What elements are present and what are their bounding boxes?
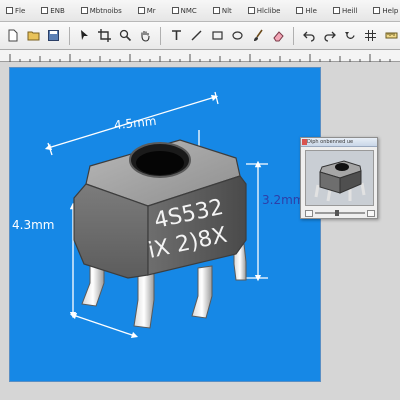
menu-filter[interactable]: Hle (292, 3, 321, 19)
menu-file-label: Fle (15, 6, 26, 15)
eraser-tool-button[interactable] (270, 27, 288, 45)
toolbar-separator (68, 26, 70, 45)
menu-bar: Fle ENB Mbtnoibs Mr NMC Nlt Hlclibe Hle … (0, 0, 400, 22)
zoom-slider[interactable] (315, 210, 365, 216)
window-icon (332, 7, 340, 14)
grid-button[interactable] (362, 27, 380, 45)
zoom-in-button[interactable] (367, 209, 375, 217)
redo-icon (324, 31, 337, 42)
horizontal-ruler[interactable] (0, 50, 400, 62)
brush-tool-button[interactable] (249, 27, 267, 45)
menu-view-label: Mr (146, 6, 156, 15)
rotate-button[interactable] (341, 27, 359, 45)
menu-edit-label: ENB (50, 6, 65, 15)
undo-button[interactable] (300, 27, 318, 45)
eraser-icon (273, 31, 284, 42)
zoom-out-button[interactable] (305, 209, 313, 217)
preview-controls (305, 209, 375, 217)
menu-view[interactable]: Mr (134, 3, 160, 19)
menu-file[interactable]: Fle (2, 3, 29, 19)
menu-image-label: NMC (180, 6, 197, 15)
ruler-icon (385, 32, 398, 39)
menu-window[interactable]: Heill (329, 3, 361, 19)
save-button[interactable] (45, 27, 63, 45)
tools-icon (80, 7, 88, 14)
image-icon (171, 7, 179, 14)
file-icon (6, 7, 13, 14)
brush-icon (253, 29, 263, 41)
zoom-tool-button[interactable] (116, 27, 134, 45)
menu-tools-label: Mbtnoibs (89, 6, 122, 15)
menu-layer-label: Nlt (221, 6, 232, 15)
redo-button[interactable] (321, 27, 339, 45)
close-icon[interactable] (302, 139, 307, 145)
view-icon (137, 7, 145, 14)
measure-button[interactable] (382, 27, 400, 45)
hand-icon (141, 31, 150, 42)
menu-layer[interactable]: Nlt (209, 3, 236, 19)
rectangle-tool-button[interactable] (208, 27, 226, 45)
menu-help-label: Help (382, 6, 399, 15)
edit-icon (41, 7, 49, 14)
menu-select[interactable]: Hlclibe (244, 3, 285, 19)
rotate-icon (344, 32, 355, 39)
ellipse-icon (232, 31, 243, 40)
toolbar-separator (293, 26, 295, 45)
menu-select-label: Hlclibe (256, 6, 281, 15)
ruler-ticks (9, 54, 391, 62)
filter-icon (296, 7, 304, 14)
menu-window-label: Heill (341, 6, 358, 15)
drawing-canvas[interactable]: 4S532 iX 2)8X 4.5mm 4.3mm (10, 68, 320, 381)
menu-tools[interactable]: Mbtnoibs (77, 3, 126, 19)
grid-icon (365, 30, 377, 41)
height-dimension-label: 3.2mm (262, 193, 305, 207)
help-icon (373, 7, 381, 14)
toolbar-separator (160, 26, 162, 45)
save-icon (48, 30, 60, 41)
line-tool-button[interactable] (188, 27, 206, 45)
crop-icon (98, 29, 112, 42)
select-icon (247, 7, 255, 14)
component-drawing: 4S532 iX 2)8X (44, 91, 268, 339)
text-tool-button[interactable] (167, 27, 185, 45)
ellipse-tool-button[interactable] (229, 27, 247, 45)
folder-icon (27, 31, 40, 41)
menu-edit[interactable]: ENB (37, 3, 68, 19)
new-button[interactable] (4, 27, 22, 45)
layer-icon (212, 7, 220, 14)
left-dimension-label: 4.3mm (12, 218, 55, 232)
toolbar (0, 22, 400, 50)
zoom-icon (119, 29, 131, 42)
preview-title: Diph onbenned ue (307, 139, 354, 145)
undo-icon (302, 31, 315, 42)
menu-help[interactable]: Help (369, 3, 400, 19)
preview-thumbnail (305, 150, 374, 206)
text-tool-icon (171, 30, 181, 40)
component-thumbnail-icon (306, 151, 373, 205)
rectangle-icon (212, 31, 223, 40)
menu-image[interactable]: NMC (168, 3, 201, 19)
crop-tool-button[interactable] (96, 27, 114, 45)
preview-window[interactable]: Diph onbenned ue (300, 137, 378, 219)
new-document-icon (8, 29, 18, 42)
menu-filter-label: Hle (305, 6, 317, 15)
line-tool-icon (191, 30, 202, 41)
select-tool-button[interactable] (75, 27, 93, 45)
arrow-cursor-icon (80, 30, 88, 40)
zoom-slider-handle[interactable] (335, 210, 339, 216)
open-button[interactable] (25, 27, 43, 45)
hand-tool-button[interactable] (137, 27, 155, 45)
preview-title-bar[interactable]: Diph onbenned ue (301, 138, 377, 147)
